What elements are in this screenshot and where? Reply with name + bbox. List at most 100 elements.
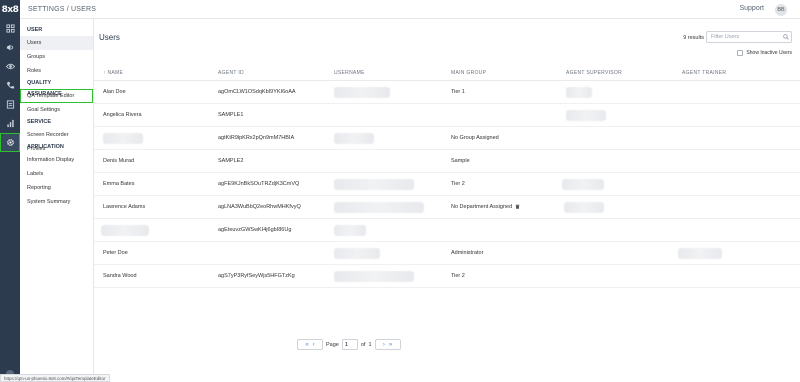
- table-row[interactable]: Peter Doe Administrator: [94, 242, 800, 265]
- support-link[interactable]: Support: [739, 5, 764, 12]
- report-icon[interactable]: [0, 95, 20, 114]
- page-number-input[interactable]: [341, 339, 358, 350]
- cell-main-group: Tier 2: [451, 181, 465, 187]
- eye-icon[interactable]: [0, 57, 20, 76]
- cell-main-group: Tier 2: [451, 273, 465, 279]
- redacted-supervisor: [564, 202, 604, 213]
- megaphone-icon[interactable]: [0, 38, 20, 57]
- sidebar-item-roles[interactable]: Roles: [20, 64, 93, 78]
- search-icon: [783, 34, 789, 40]
- redacted-username: [334, 133, 374, 144]
- total-pages: 1: [368, 341, 372, 348]
- show-inactive-label: Show Inactive Users: [746, 50, 792, 56]
- cell-name: Peter Doe: [103, 250, 128, 256]
- redacted-username: [334, 87, 390, 98]
- redacted-supervisor: [566, 87, 592, 98]
- redacted-username: [334, 248, 380, 259]
- pager-first-prev: «‹: [297, 339, 323, 350]
- redacted-name: [103, 133, 143, 144]
- column-agent-id[interactable]: AGENT ID: [218, 70, 244, 76]
- redacted-trainer: [678, 248, 722, 259]
- sidebar-item-groups[interactable]: Groups: [20, 50, 93, 64]
- results-count: 9 results: [683, 35, 704, 41]
- redacted-username: [334, 271, 414, 282]
- cell-name: Denis Murad: [103, 158, 135, 164]
- cell-agent-id: agS7yP3RyfSeyWjs5HFGTzKg: [218, 273, 295, 279]
- filter-users-input[interactable]: [706, 31, 792, 43]
- of-label: of: [360, 341, 366, 348]
- pager-next-last: ›»: [374, 339, 401, 350]
- section-user: USER: [27, 27, 43, 33]
- sidebar-item-users[interactable]: Users: [20, 36, 93, 50]
- cell-main-group: No Department Assigned: [451, 204, 520, 210]
- sidebar-item-qa-template-editor[interactable]: QA Template Editor: [20, 89, 93, 103]
- top-bar: SETTINGS / USERS Support BB: [20, 0, 800, 19]
- redacted-name: [101, 225, 149, 236]
- column-username[interactable]: USERNAME: [334, 70, 365, 76]
- sidebar-item-information-display[interactable]: Information Display: [20, 153, 93, 167]
- first-page-icon[interactable]: «: [303, 342, 310, 348]
- table-row[interactable]: Sandra Wood agS7yP3RyfSeyWjs5HFGTzKg Tie…: [94, 265, 800, 288]
- main-content: Users 9 results Show Inactive Users ↑ NA…: [94, 19, 800, 382]
- section-quality-assurance: QUALITY ASSURANCE: [27, 80, 62, 97]
- main-group-text: No Department Assigned: [451, 204, 513, 210]
- redacted-username: [334, 225, 366, 236]
- column-main-group[interactable]: MAIN GROUP: [451, 70, 486, 76]
- redacted-username: [334, 202, 424, 213]
- page-title: Users: [99, 33, 120, 42]
- cell-agent-id: agOmCLW1OSdqKbI9YKI6oAA: [218, 89, 296, 95]
- cell-agent-id: agtKtR9lpKRx2pQn9mM7HBIA: [218, 135, 295, 141]
- column-agent-supervisor[interactable]: AGENT SUPERVISOR: [566, 70, 622, 76]
- cell-name: Angelica Rivera: [103, 112, 142, 118]
- table-row[interactable]: Angelica Rivera SAMPLE1: [94, 104, 800, 127]
- sidebar-item-reporting[interactable]: Reporting: [20, 181, 93, 195]
- cell-main-group: Tier 1: [451, 89, 465, 95]
- show-inactive-toggle[interactable]: Show Inactive Users: [737, 50, 792, 56]
- table-header: ↑ NAME AGENT ID USERNAME MAIN GROUP AGEN…: [94, 63, 800, 81]
- brand-logo[interactable]: 8x8: [0, 0, 20, 19]
- breadcrumb: SETTINGS / USERS: [28, 5, 97, 13]
- column-agent-trainer[interactable]: AGENT TRAINER: [682, 70, 726, 76]
- cell-agent-id: agLNA3WuBbQ2eoRhwMHKfvyQ: [218, 204, 301, 210]
- redacted-supervisor: [566, 110, 606, 121]
- sidebar-item-labels[interactable]: Labels: [20, 167, 93, 181]
- cell-agent-id: agFE9KJnBkSOuTRZdjK3CmVQ: [218, 181, 300, 187]
- cell-agent-id: agEteuvzGWSwKI4j6gbI86Ug: [218, 227, 292, 233]
- cell-main-group: Administrator: [451, 250, 484, 256]
- sidebar-item-goal-settings[interactable]: Goal Settings: [20, 103, 93, 117]
- column-name[interactable]: ↑ NAME: [103, 70, 123, 76]
- sidebar-item-system-summary[interactable]: System Summary: [20, 195, 93, 209]
- table-row[interactable]: agtKtR9lpKRx2pQn9mM7HBIA No Group Assign…: [94, 127, 800, 150]
- table-row[interactable]: Alan Doe agOmCLW1OSdqKbI9YKI6oAA Tier 1: [94, 81, 800, 104]
- cell-name: Emma Bates: [103, 181, 135, 187]
- dashboard-icon[interactable]: [0, 19, 20, 38]
- bar-chart-icon[interactable]: [0, 114, 20, 133]
- cell-name: Lawrence Adams: [103, 204, 146, 210]
- gear-icon[interactable]: [0, 133, 20, 152]
- table-row[interactable]: Denis Murad SAMPLE2 Sample: [94, 150, 800, 173]
- section-application: APPLICATION: [27, 144, 64, 150]
- cell-name: Sandra Wood: [103, 273, 137, 279]
- show-inactive-checkbox[interactable]: [737, 50, 744, 56]
- redacted-supervisor: [562, 179, 604, 190]
- page-label: Page: [326, 341, 339, 348]
- last-page-icon[interactable]: »: [387, 342, 394, 348]
- sidebar-item-screen-recorder-profiles[interactable]: Screen Recorder Profiles: [20, 128, 93, 152]
- table-row[interactable]: Lawrence Adams agLNA3WuBbQ2eoRhwMHKfvyQ …: [94, 196, 800, 219]
- cell-agent-id: SAMPLE1: [218, 112, 244, 118]
- avatar[interactable]: BB: [775, 4, 787, 16]
- app-rail: 8x8: [0, 0, 20, 382]
- cell-name: Alan Doe: [103, 89, 126, 95]
- section-service: SERVICE: [27, 119, 52, 125]
- pagination: «‹ Page of 1 ›»: [297, 339, 401, 350]
- table-row[interactable]: Emma Bates agFE9KJnBkSOuTRZdjK3CmVQ Tier…: [94, 173, 800, 196]
- phone-icon[interactable]: [0, 76, 20, 95]
- browser-status-url: https://qm-us-phoenix.8x8.com/#/qaTempla…: [0, 374, 110, 382]
- cell-agent-id: SAMPLE2: [218, 158, 244, 164]
- settings-sidebar: USER Users Groups Roles QUALITY ASSURANC…: [20, 19, 94, 382]
- prev-page-icon[interactable]: ‹: [311, 342, 317, 348]
- table-row[interactable]: agEteuvzGWSwKI4j6gbI86Ug: [94, 219, 800, 242]
- cell-main-group: No Group Assigned: [451, 135, 499, 141]
- cell-main-group: Sample: [451, 158, 470, 164]
- trash-icon[interactable]: [515, 204, 520, 209]
